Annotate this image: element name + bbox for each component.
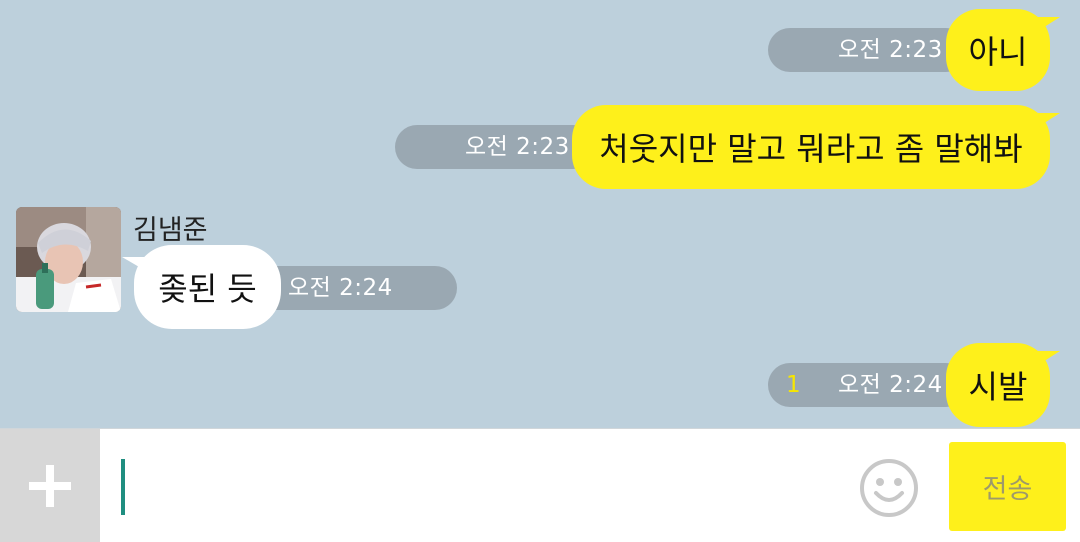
sender-name: 김냄준 — [133, 215, 208, 246]
plus-icon — [29, 465, 71, 507]
message-time: 오전 2:24 — [288, 275, 393, 301]
message-input[interactable] — [130, 449, 830, 523]
emoticon-icon — [860, 459, 918, 517]
profile-photo — [16, 207, 121, 312]
emoticon-button[interactable] — [858, 457, 920, 519]
my-message-bubble[interactable]: 아니 — [946, 9, 1060, 91]
message-time: 오전 2:24 — [838, 372, 943, 398]
send-label: 전송 — [982, 474, 1033, 505]
message-time: 오전 2:23 — [838, 37, 943, 63]
text-cursor — [121, 459, 125, 515]
message-composer: 전송 — [0, 428, 1080, 542]
their-message-bubble[interactable]: 좆된 듯 — [122, 245, 281, 329]
attach-button[interactable] — [0, 429, 100, 542]
my-message-bubble[interactable]: 처웃지만 말고 뭐라고 좀 말해봐 — [572, 105, 1060, 189]
message-text: 아니 — [968, 33, 1028, 71]
unread-count: 1 — [786, 372, 801, 398]
message-text: 처웃지만 말고 뭐라고 좀 말해봐 — [599, 130, 1023, 168]
my-message-bubble[interactable]: 시발 — [946, 343, 1060, 427]
message-time: 오전 2:23 — [465, 134, 570, 160]
message-text: 시발 — [968, 368, 1028, 406]
chat-area[interactable]: 오전 2:23 아니 오전 2:23 처웃지만 말고 뭐라고 좀 말해봐 김냄준… — [0, 0, 1080, 428]
avatar[interactable] — [16, 207, 121, 312]
send-button[interactable]: 전송 — [949, 442, 1066, 531]
message-text: 좆된 듯 — [158, 270, 257, 308]
